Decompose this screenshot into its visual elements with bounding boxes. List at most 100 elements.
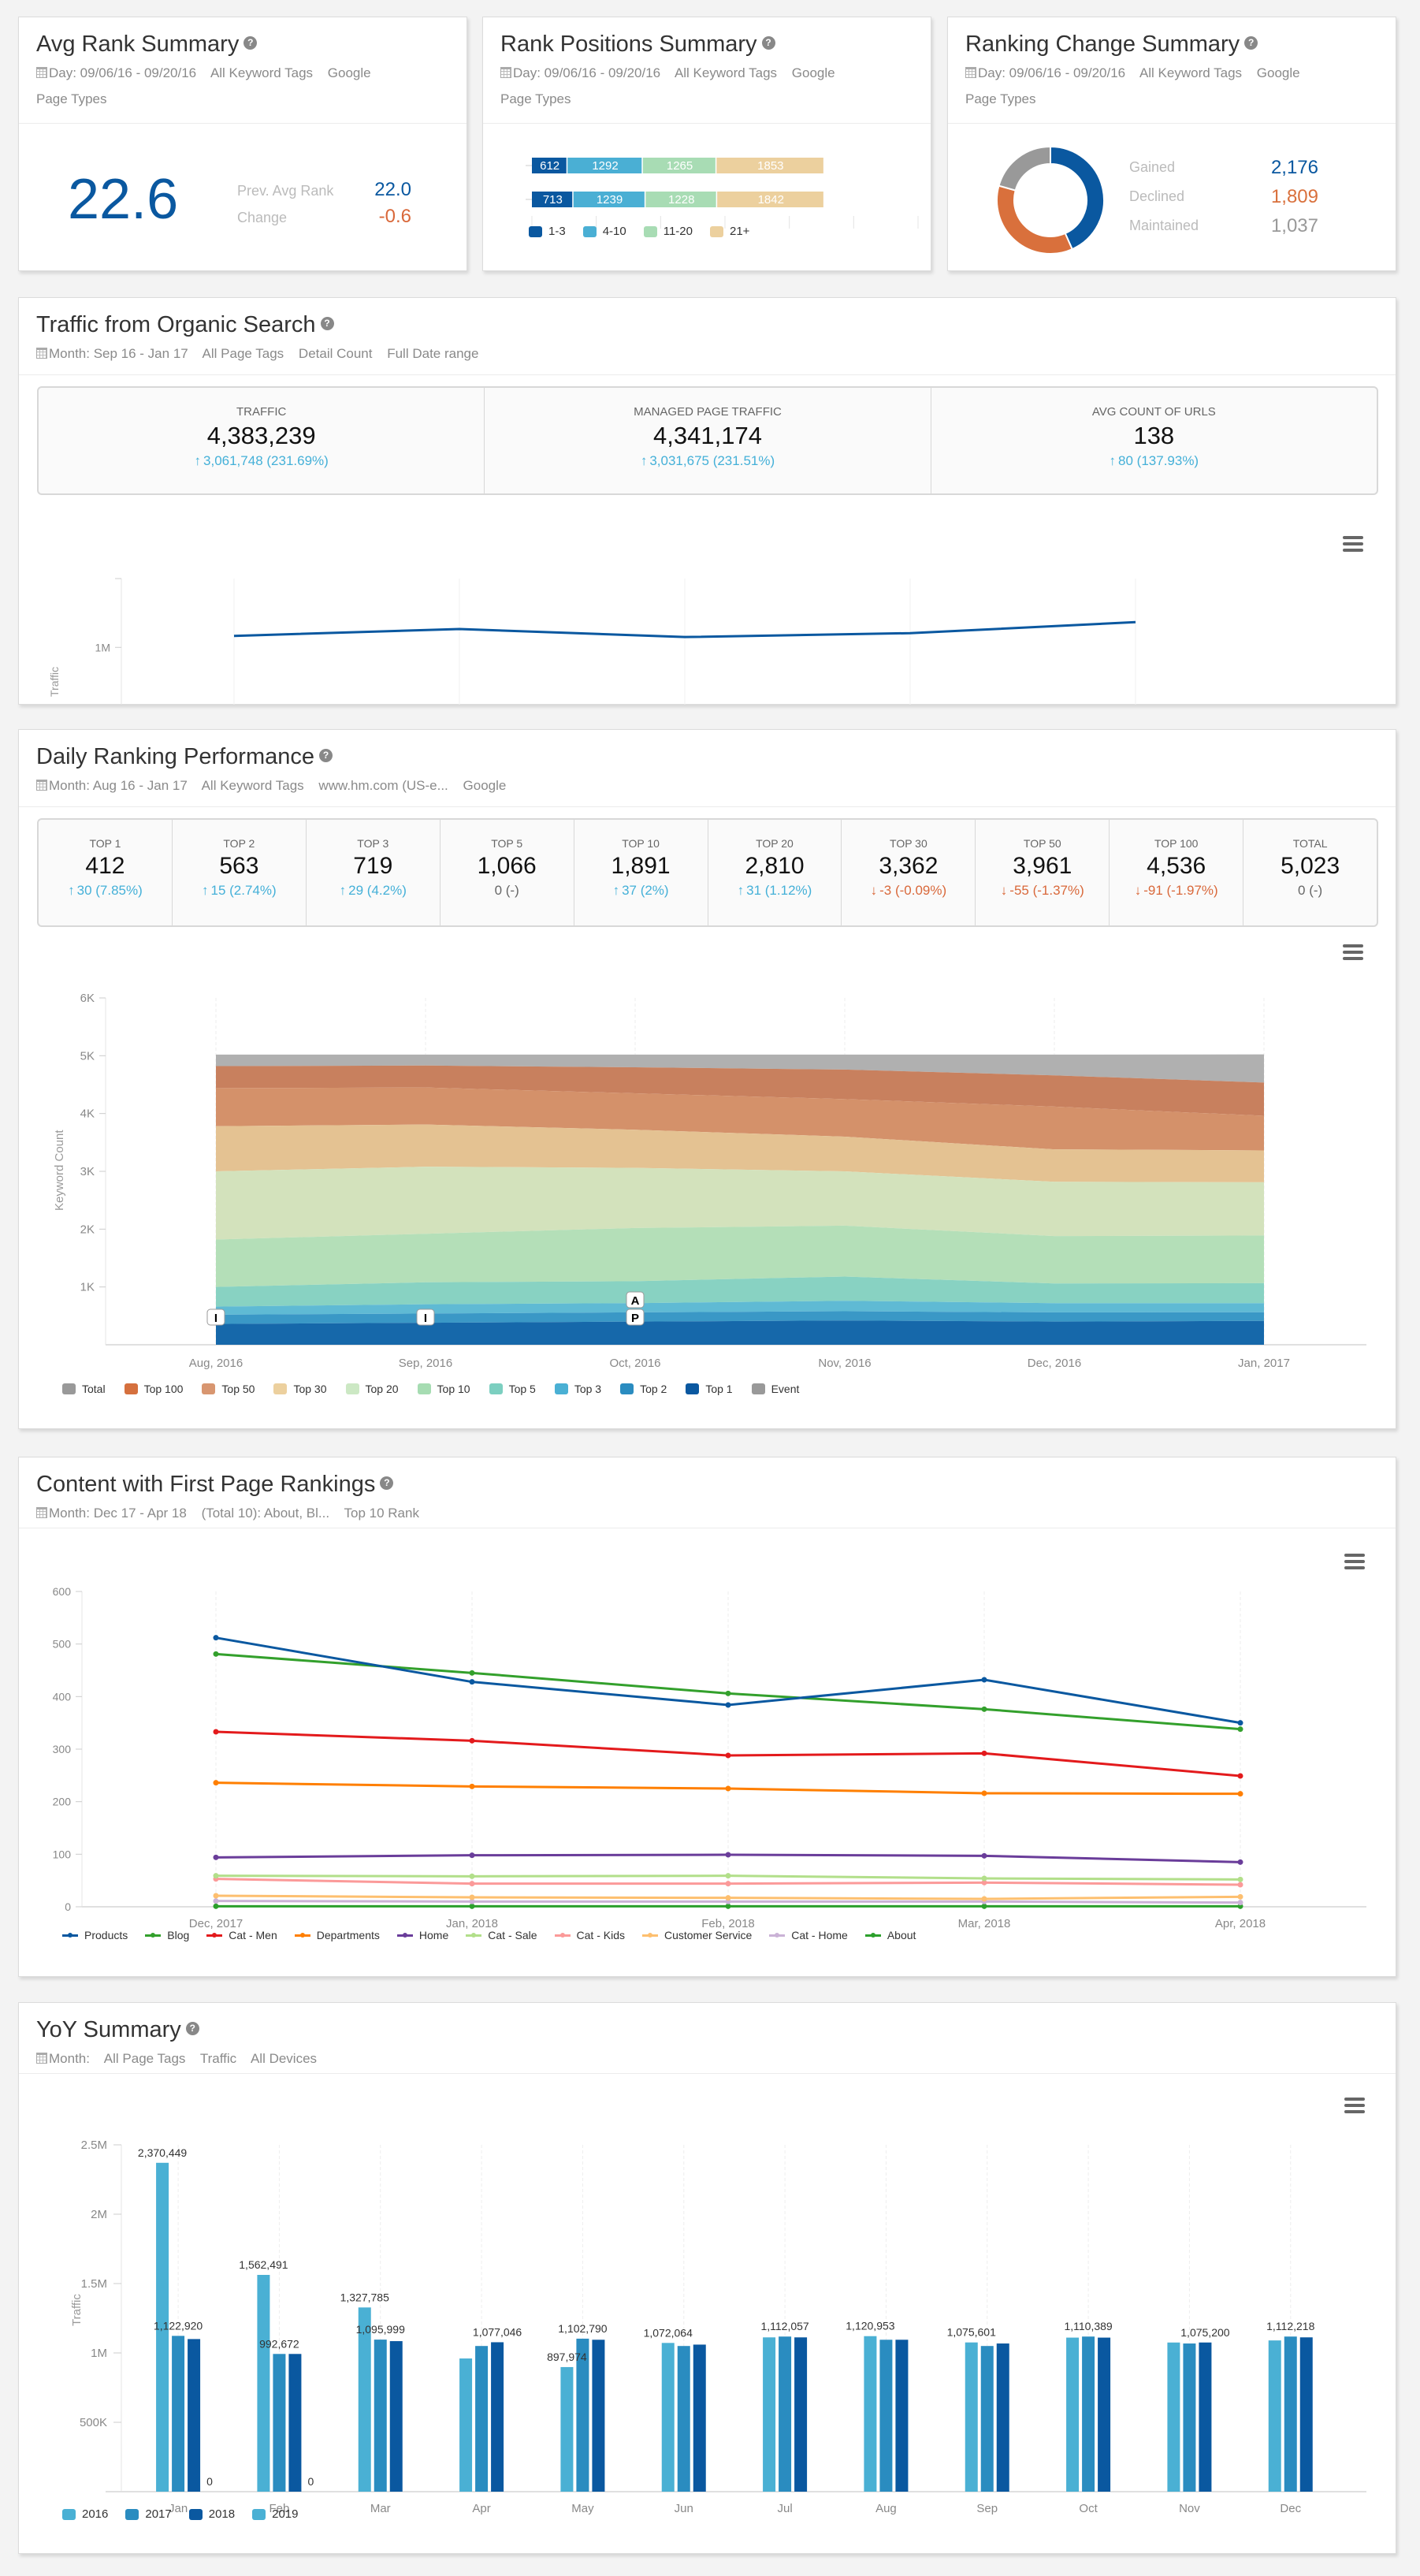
engine-filter[interactable]: Google <box>792 65 835 80</box>
event-marker[interactable]: A <box>626 1291 645 1308</box>
legend-item[interactable]: Top 1 <box>686 1383 733 1395</box>
legend-item[interactable]: Cat - Home <box>769 1929 848 1941</box>
legend-item[interactable]: Products <box>62 1929 128 1941</box>
count-filter[interactable]: Detail Count <box>299 346 373 361</box>
series-point <box>213 1635 219 1641</box>
kpi-value: 1,891 <box>611 853 671 879</box>
legend-item[interactable]: Event <box>751 1383 799 1395</box>
daily-area-legend: Total Top 100 Top 50 Top 30 Top 20 Top 10 Top … <box>62 1383 818 1395</box>
date-filter[interactable]: Month: Dec 17 - Apr 18 <box>36 1506 187 1521</box>
event-marker[interactable]: I <box>206 1308 225 1326</box>
first-page-line-chart: 0100200300400500600Dec, 2017 Jan, 2018 Feb… <box>53 1585 1366 1930</box>
keyword-tags-filter[interactable]: All Keyword Tags <box>210 65 313 80</box>
date-range-filter[interactable]: Full Date range <box>387 346 478 361</box>
keyword-tags-filter[interactable]: All Keyword Tags <box>202 778 304 793</box>
series-point <box>213 1893 219 1899</box>
engine-filter[interactable]: Google <box>328 65 371 80</box>
series-point <box>469 1873 475 1879</box>
help-icon[interactable]: ? <box>380 1476 394 1490</box>
legend-item[interactable]: Top 20 <box>345 1383 399 1395</box>
legend-item[interactable]: Top 2 <box>620 1383 667 1395</box>
series-point <box>981 1852 987 1859</box>
help-icon[interactable]: ? <box>761 35 775 50</box>
chart-menu-icon[interactable] <box>1343 536 1363 553</box>
date-filter[interactable]: Day: 09/06/16 - 09/20/16 <box>965 65 1125 80</box>
y-tick-label: 2M <box>91 2208 107 2221</box>
legend-item[interactable]: Customer Service <box>641 1929 752 1941</box>
date-filter[interactable]: Month: Aug 16 - Jan 17 <box>36 778 188 793</box>
domain-filter[interactable]: www.hm.com (US-e... <box>318 778 448 793</box>
legend-item[interactable]: Departments <box>294 1929 380 1941</box>
keyword-tags-filter[interactable]: All Keyword Tags <box>1139 65 1242 80</box>
legend-item[interactable]: Top 100 <box>124 1383 183 1395</box>
help-icon[interactable]: ? <box>320 316 334 330</box>
bar-data-label: 2,370,449 <box>138 2146 187 2159</box>
page-types-filter[interactable]: (Total 10): About, Bl... <box>202 1506 330 1521</box>
legend-item[interactable]: Cat - Kids <box>554 1929 625 1941</box>
bar-data-label: 1,095,999 <box>356 2323 405 2336</box>
date-filter[interactable]: Month: Sep 16 - Jan 17 <box>36 346 188 361</box>
legend-item[interactable]: Cat - Sale <box>466 1929 537 1941</box>
legend-item[interactable]: 2016 <box>62 2507 108 2521</box>
y-tick-label: 1.5M <box>81 2277 107 2291</box>
bar <box>288 2354 302 2492</box>
daily-kpi-box: TOP 1 412 ↑ 30 (7.85%) TOP 2 563 ↑ 15 (2.74%) TO… <box>37 818 1378 927</box>
page-types-filter[interactable]: Page Types <box>500 91 571 106</box>
kpi-value: 4,383,239 <box>206 422 316 449</box>
yoy-legend: 2016 2017 2018 2019 <box>62 2507 316 2521</box>
legend-item[interactable]: 1-3 <box>529 225 566 238</box>
series-point <box>725 1785 731 1792</box>
legend-item[interactable]: Top 10 <box>417 1383 470 1395</box>
legend-item[interactable]: Blog <box>145 1929 189 1941</box>
chart-menu-icon[interactable] <box>1343 944 1363 962</box>
legend-item[interactable]: 2017 <box>125 2507 172 2521</box>
kpi-change-text: -55 (-1.37%) <box>1009 883 1084 898</box>
y-tick-label: 3K <box>80 1165 95 1178</box>
device-filter[interactable]: All Devices <box>251 2051 317 2066</box>
legend-line-marker <box>769 1932 786 1938</box>
legend-item[interactable]: Top 5 <box>489 1383 536 1395</box>
legend-item[interactable]: Total <box>62 1383 106 1395</box>
legend-item[interactable]: 2018 <box>188 2507 235 2521</box>
kpi-cell: TOP 1 412 ↑ 30 (7.85%) <box>39 820 173 925</box>
page-tags-filter[interactable]: All Page Tags <box>104 2051 186 2066</box>
event-marker[interactable]: I <box>416 1308 435 1326</box>
page-types-filter[interactable]: Page Types <box>965 91 1035 106</box>
legend-item[interactable]: Top 50 <box>202 1383 255 1395</box>
legend-swatch <box>620 1383 634 1394</box>
legend-item[interactable]: 4-10 <box>582 225 626 238</box>
series-point <box>213 1903 219 1909</box>
help-icon[interactable]: ? <box>243 35 258 50</box>
bar <box>779 2336 792 2492</box>
engine-filter[interactable]: Google <box>1257 65 1300 80</box>
rank-filter[interactable]: Top 10 Rank <box>344 1506 419 1521</box>
page-types-filter[interactable]: Page Types <box>36 91 106 106</box>
legend-item[interactable]: Cat - Men <box>206 1929 277 1941</box>
legend-item[interactable]: 2019 <box>252 2507 299 2521</box>
event-marker[interactable]: P <box>626 1308 645 1326</box>
metric-filter[interactable]: Traffic <box>200 2051 236 2066</box>
date-filter[interactable]: Day: 09/06/16 - 09/20/16 <box>36 65 196 80</box>
help-icon[interactable]: ? <box>185 2021 199 2035</box>
kpi-label: TOP 20 <box>756 837 794 850</box>
kpi-cell: TOP 2 563 ↑ 15 (2.74%) <box>173 820 307 925</box>
engine-filter[interactable]: Google <box>463 778 507 793</box>
legend-item[interactable]: 21+ <box>709 225 749 238</box>
legend-item[interactable]: Top 30 <box>273 1383 327 1395</box>
series-point <box>725 1702 731 1708</box>
keyword-tags-filter[interactable]: All Keyword Tags <box>675 65 777 80</box>
date-filter[interactable]: Month: <box>36 2051 90 2066</box>
date-filter[interactable]: Day: 09/06/16 - 09/20/16 <box>500 65 660 80</box>
legend-line-marker <box>641 1932 658 1938</box>
kpi-cell: TOP 100 4,536 ↓ -91 (-1.97%) <box>1110 820 1244 925</box>
legend-label: Blog <box>167 1929 190 1941</box>
legend-item[interactable]: About <box>864 1929 916 1941</box>
help-icon[interactable]: ? <box>318 748 333 762</box>
legend-item[interactable]: Home <box>396 1929 448 1941</box>
legend-item[interactable]: Top 3 <box>554 1383 601 1395</box>
help-icon[interactable]: ? <box>1244 35 1258 50</box>
page-tags-filter[interactable]: All Page Tags <box>203 346 284 361</box>
legend-item[interactable]: 11-20 <box>643 225 693 238</box>
prev-avg-rank-label: Prev. Avg Rank <box>237 183 334 199</box>
legend-swatch <box>62 1383 76 1394</box>
